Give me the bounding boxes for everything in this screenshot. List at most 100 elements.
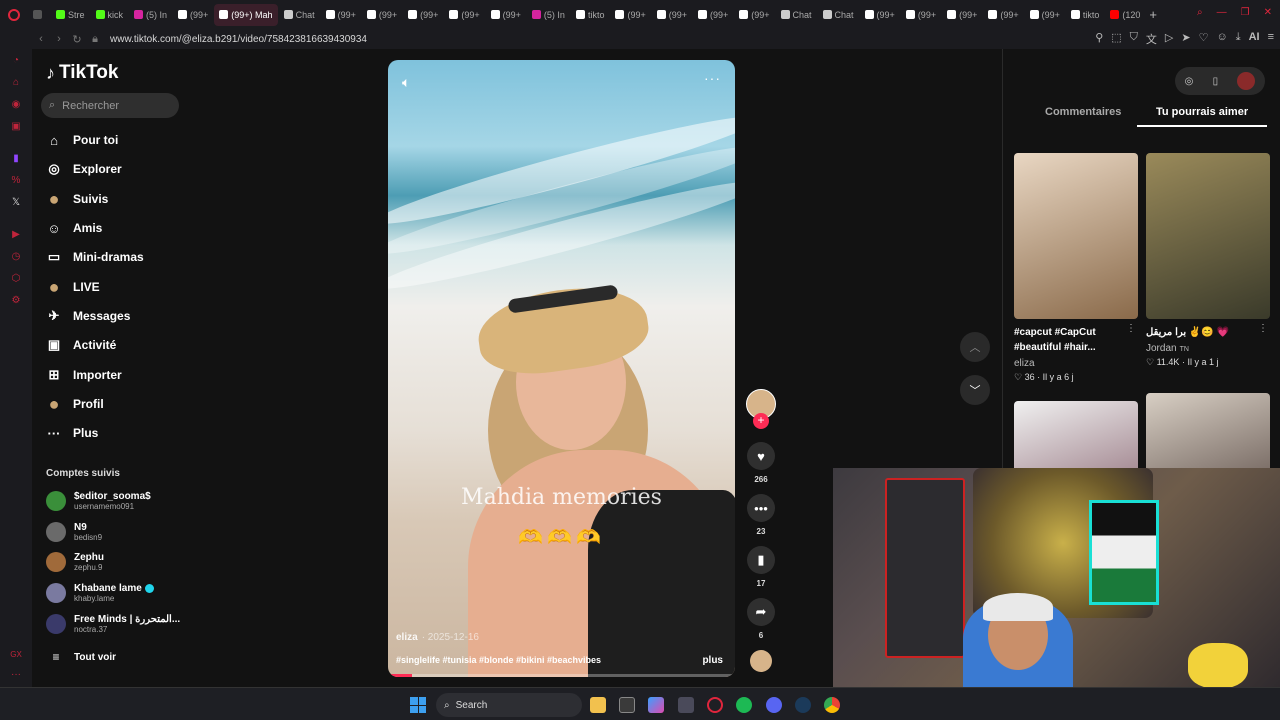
bookmark-icon[interactable]: ▮ bbox=[747, 546, 775, 574]
browser-tab[interactable]: (99+ bbox=[403, 4, 443, 26]
nav-item-upload[interactable]: ⊞ Importer bbox=[46, 364, 122, 386]
video-thumbnail[interactable] bbox=[1014, 153, 1138, 319]
browser-tab[interactable]: Stre bbox=[51, 4, 90, 26]
tab-suggestions[interactable]: Tu pourrais aimer bbox=[1156, 106, 1248, 118]
pin-icon[interactable]: ⚲ bbox=[1095, 31, 1103, 47]
followed-account[interactable]: $editor_sooma$ usernamemo091 bbox=[46, 491, 151, 511]
browser-tab[interactable]: (99+) Mah bbox=[214, 3, 278, 26]
nav-item-friends[interactable]: ☺ Amis bbox=[46, 217, 102, 239]
browser-tab[interactable]: tikto bbox=[1066, 4, 1105, 26]
menu-icon[interactable]: ≡ bbox=[1268, 31, 1274, 47]
nav-item-profile-avatar[interactable]: ● Profil bbox=[46, 393, 104, 415]
tab-comments[interactable]: Commentaires bbox=[1045, 106, 1121, 118]
phone-icon[interactable]: ▯ bbox=[1213, 76, 1219, 87]
suggested-video-card[interactable]: #capcut #CapCut #beautiful #hair... eliza… bbox=[1014, 153, 1138, 383]
previous-video-button[interactable]: ︿ bbox=[960, 332, 990, 362]
browser-tab[interactable]: (99+ bbox=[693, 4, 733, 26]
next-video-button[interactable]: ﹀ bbox=[960, 375, 990, 405]
save-action[interactable]: ▮ 17 bbox=[745, 546, 777, 588]
browser-tab[interactable]: (99+ bbox=[173, 4, 213, 26]
sidebar-player-icon[interactable]: ▶ bbox=[10, 229, 22, 241]
nav-item-mini-drama[interactable]: ▭ Mini-dramas bbox=[46, 246, 144, 268]
account-icon[interactable]: ☺ bbox=[1216, 31, 1227, 47]
sidebar-more-icon[interactable]: ··· bbox=[10, 669, 22, 681]
ai-button[interactable]: AI bbox=[1249, 31, 1260, 47]
send-icon[interactable]: ➤ bbox=[1181, 31, 1190, 47]
opera-gx-icon[interactable] bbox=[707, 697, 723, 713]
sidebar-messenger-icon[interactable]: ◉ bbox=[10, 99, 22, 111]
close-window-button[interactable]: ✕ bbox=[1264, 7, 1272, 18]
download-icon[interactable]: ⤓ bbox=[1236, 31, 1241, 47]
video-author[interactable]: eliza bbox=[396, 632, 418, 643]
nav-item-compass[interactable]: ◎ Explorer bbox=[46, 158, 121, 180]
nav-item-messages[interactable]: ✈ Messages bbox=[46, 305, 131, 327]
nav-item-home[interactable]: ⌂ Pour toi bbox=[46, 129, 118, 151]
card-title[interactable]: برا مريقل ✌️😊 💗 bbox=[1146, 325, 1270, 340]
card-options-icon[interactable]: ⋮ bbox=[1258, 323, 1268, 334]
browser-tab[interactable]: kick bbox=[91, 4, 129, 26]
browser-tab[interactable]: (99+ bbox=[734, 4, 774, 26]
browser-tab[interactable]: Chat bbox=[776, 4, 817, 26]
comment-action[interactable]: ••• 23 bbox=[745, 494, 777, 536]
bookmark-icon[interactable]: ▷ bbox=[1165, 31, 1173, 47]
followed-account[interactable]: N9 bedisn9 bbox=[46, 522, 102, 542]
browser-tab[interactable]: (120 bbox=[1105, 4, 1145, 26]
followed-account[interactable]: Free Minds | المتحررة... noctra.37 bbox=[46, 614, 180, 634]
browser-tab[interactable]: (99+ bbox=[1025, 4, 1065, 26]
followed-account[interactable]: Khabane lame khaby.lame bbox=[46, 583, 154, 603]
search-input[interactable]: ⌕ Rechercher bbox=[41, 93, 179, 118]
share-action[interactable]: ➦ 6 bbox=[745, 598, 777, 640]
like-action[interactable]: ♥ 266 bbox=[745, 442, 777, 484]
screenshot-icon[interactable]: ⬚ bbox=[1111, 31, 1121, 47]
browser-tab[interactable]: (99+ bbox=[901, 4, 941, 26]
browser-tab[interactable] bbox=[28, 4, 50, 26]
browser-tab[interactable]: (5) In bbox=[527, 4, 570, 26]
sidebar-home-icon[interactable]: ◔ bbox=[10, 55, 22, 67]
browser-tab[interactable]: (99+ bbox=[942, 4, 982, 26]
nav-item-activity[interactable]: ▣ Activité bbox=[46, 334, 117, 356]
opera-logo-icon[interactable] bbox=[0, 0, 28, 29]
video-hashtags[interactable]: #singlelife #tunisia #blonde #bikini #be… bbox=[396, 655, 601, 665]
file-explorer-icon[interactable] bbox=[590, 697, 606, 713]
video-options-icon[interactable]: ··· bbox=[704, 70, 721, 86]
browser-tab[interactable]: (99+ bbox=[610, 4, 650, 26]
steam-icon[interactable] bbox=[795, 697, 811, 713]
sidebar-media-icon[interactable]: ▣ bbox=[10, 121, 22, 133]
heart-icon[interactable]: ♥ bbox=[747, 442, 775, 470]
sidebar-extensions-icon[interactable]: ⬡ bbox=[10, 273, 22, 285]
minimize-button[interactable]: — bbox=[1217, 7, 1227, 18]
forward-button[interactable]: › bbox=[50, 33, 68, 45]
more-caption-button[interactable]: plus bbox=[702, 655, 723, 666]
sidebar-percent-icon[interactable]: % bbox=[10, 175, 22, 187]
music-disc-avatar[interactable] bbox=[750, 650, 772, 672]
compass-icon[interactable]: ◎ bbox=[1185, 76, 1194, 87]
video-progress-bar[interactable] bbox=[388, 674, 735, 677]
discord-icon[interactable] bbox=[766, 697, 782, 713]
browser-tab[interactable]: tikto bbox=[571, 4, 610, 26]
follow-button[interactable]: + bbox=[753, 413, 769, 429]
browser-tab[interactable]: Chat bbox=[279, 4, 320, 26]
browser-tab[interactable]: (99+ bbox=[983, 4, 1023, 26]
chrome-icon[interactable] bbox=[824, 697, 840, 713]
copilot-icon[interactable] bbox=[648, 697, 664, 713]
comment-icon[interactable]: ••• bbox=[747, 494, 775, 522]
browser-tab[interactable]: Chat bbox=[818, 4, 859, 26]
spotify-icon[interactable] bbox=[736, 697, 752, 713]
see-all-button[interactable]: ≡ Tout voir bbox=[46, 650, 116, 664]
followed-account[interactable]: Zephu zephu.9 bbox=[46, 552, 104, 572]
browser-tab[interactable]: (99+ bbox=[860, 4, 900, 26]
sidebar-settings-icon[interactable]: ⚙ bbox=[10, 295, 22, 307]
nav-item-more[interactable]: ··· Plus bbox=[46, 422, 99, 444]
search-tabs-icon[interactable]: ⌕ bbox=[1197, 7, 1203, 18]
translate-icon[interactable]: 文 bbox=[1146, 31, 1157, 47]
share-icon[interactable]: ➦ bbox=[747, 598, 775, 626]
windows-start-icon[interactable] bbox=[410, 697, 426, 713]
sidebar-gx-icon[interactable]: GX bbox=[10, 649, 22, 661]
calculator-icon[interactable] bbox=[678, 697, 694, 713]
back-button[interactable]: ‹ bbox=[32, 33, 50, 45]
suggested-video-card[interactable]: برا مريقل ✌️😊 💗 Jordan TN ♡ 11.4K · Il y a … bbox=[1146, 153, 1270, 368]
tiktok-logo[interactable]: ♪ TikTok bbox=[46, 62, 118, 84]
nav-item-live-avatar[interactable]: ● LIVE bbox=[46, 276, 100, 298]
url-field[interactable]: www.tiktok.com/@eliza.b291/video/7584238… bbox=[110, 34, 367, 45]
browser-tab[interactable]: (5) In bbox=[129, 4, 172, 26]
